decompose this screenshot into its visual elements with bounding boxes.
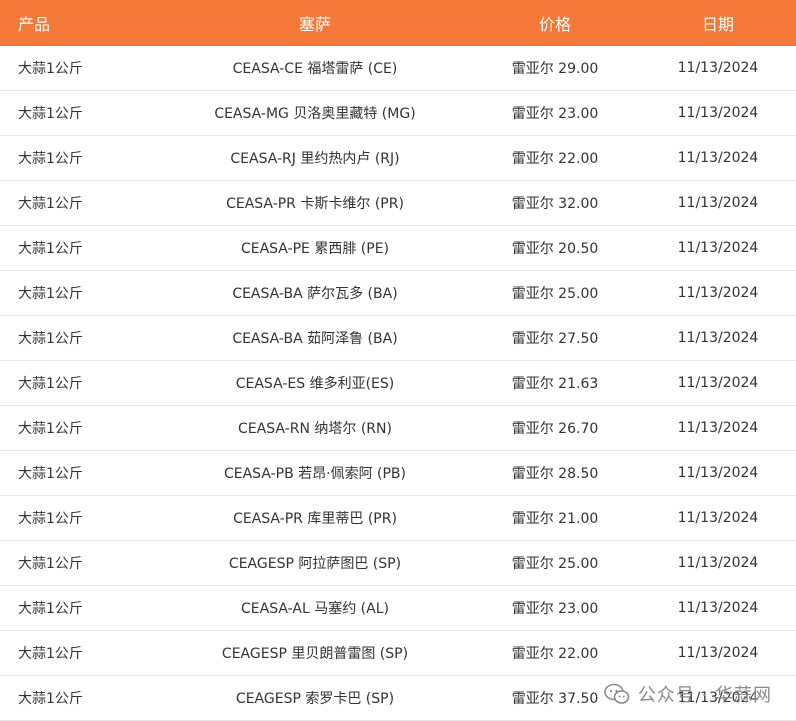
column-header-market: 塞萨 [160, 0, 470, 46]
product-cell: 大蒜1公斤 [0, 270, 160, 316]
price-cell: 雷亚尔 32.00 [470, 180, 640, 226]
price-cell: 雷亚尔 22.00 [470, 630, 640, 676]
market-cell: CEASA-AL 马塞约 (AL) [160, 585, 470, 631]
market-cell: CEAGESP 里贝朗普雷图 (SP) [160, 630, 470, 676]
price-table: 产品 塞萨 价格 日期 大蒜1公斤 CEASA-CE 福塔雷萨 (CE) 雷亚尔 2… [0, 0, 796, 721]
price-cell: 雷亚尔 21.00 [470, 495, 640, 541]
table-row: 大蒜1公斤 CEASA-MG 贝洛奥里藏特 (MG) 雷亚尔 23.00 11/13/… [0, 90, 796, 136]
column-header-date: 日期 [640, 0, 796, 46]
table-row: 大蒜1公斤 CEASA-CE 福塔雷萨 (CE) 雷亚尔 29.00 11/13/20… [0, 46, 796, 91]
price-cell: 雷亚尔 25.00 [470, 540, 640, 586]
price-cell: 雷亚尔 23.00 [470, 90, 640, 136]
table-row: 大蒜1公斤 CEAGESP 阿拉萨图巴 (SP) 雷亚尔 25.00 11/13/20… [0, 540, 796, 586]
price-cell: 雷亚尔 27.50 [470, 315, 640, 361]
product-cell: 大蒜1公斤 [0, 675, 160, 721]
market-cell: CEAGESP 阿拉萨图巴 (SP) [160, 540, 470, 586]
market-cell: CEASA-RN 纳塔尔 (RN) [160, 405, 470, 451]
date-cell: 11/13/2024 [640, 585, 796, 631]
market-cell: CEASA-RJ 里约热内卢 (RJ) [160, 135, 470, 181]
table-row: 大蒜1公斤 CEAGESP 里贝朗普雷图 (SP) 雷亚尔 22.00 11/13/2… [0, 630, 796, 676]
table-row: 大蒜1公斤 CEASA-BA 萨尔瓦多 (BA) 雷亚尔 25.00 11/13/20… [0, 270, 796, 316]
date-cell: 11/13/2024 [640, 495, 796, 541]
column-header-product: 产品 [0, 0, 160, 46]
table-row: 大蒜1公斤 CEASA-PR 卡斯卡维尔 (PR) 雷亚尔 32.00 11/13/2… [0, 180, 796, 226]
price-cell: 雷亚尔 23.00 [470, 585, 640, 631]
product-cell: 大蒜1公斤 [0, 315, 160, 361]
market-cell: CEASA-PR 卡斯卡维尔 (PR) [160, 180, 470, 226]
price-cell: 雷亚尔 22.00 [470, 135, 640, 181]
product-cell: 大蒜1公斤 [0, 540, 160, 586]
product-cell: 大蒜1公斤 [0, 46, 160, 91]
table-row: 大蒜1公斤 CEASA-PB 若昂·佩索阿 (PB) 雷亚尔 28.50 11/13/… [0, 450, 796, 496]
wechat-icon [604, 683, 630, 705]
table-body: 大蒜1公斤 CEASA-CE 福塔雷萨 (CE) 雷亚尔 29.00 11/13/20… [0, 46, 796, 721]
table-row: 大蒜1公斤 CEASA-BA 茹阿泽鲁 (BA) 雷亚尔 27.50 11/13/20… [0, 315, 796, 361]
date-cell: 11/13/2024 [640, 225, 796, 271]
market-cell: CEASA-BA 茹阿泽鲁 (BA) [160, 315, 470, 361]
price-cell: 雷亚尔 25.00 [470, 270, 640, 316]
price-cell: 雷亚尔 20.50 [470, 225, 640, 271]
market-cell: CEASA-PB 若昂·佩索阿 (PB) [160, 450, 470, 496]
market-cell: CEASA-PE 累西腓 (PE) [160, 225, 470, 271]
market-cell: CEASA-ES 维多利亚(ES) [160, 360, 470, 406]
market-cell: CEASA-PR 库里蒂巴 (PR) [160, 495, 470, 541]
market-cell: CEASA-CE 福塔雷萨 (CE) [160, 46, 470, 91]
product-cell: 大蒜1公斤 [0, 360, 160, 406]
price-cell: 雷亚尔 28.50 [470, 450, 640, 496]
price-cell: 雷亚尔 26.70 [470, 405, 640, 451]
watermark: 公众号 · 华蒜网 [604, 681, 772, 707]
date-cell: 11/13/2024 [640, 135, 796, 181]
table-row: 大蒜1公斤 CEASA-AL 马塞约 (AL) 雷亚尔 23.00 11/13/202… [0, 585, 796, 631]
product-cell: 大蒜1公斤 [0, 180, 160, 226]
date-cell: 11/13/2024 [640, 90, 796, 136]
price-cell: 雷亚尔 21.63 [470, 360, 640, 406]
table-row: 大蒜1公斤 CEASA-RN 纳塔尔 (RN) 雷亚尔 26.70 11/13/202… [0, 405, 796, 451]
header-row: 产品 塞萨 价格 日期 [0, 0, 796, 46]
product-cell: 大蒜1公斤 [0, 630, 160, 676]
date-cell: 11/13/2024 [640, 450, 796, 496]
date-cell: 11/13/2024 [640, 315, 796, 361]
table-row: 大蒜1公斤 CEASA-PE 累西腓 (PE) 雷亚尔 20.50 11/13/202… [0, 225, 796, 271]
price-cell: 雷亚尔 29.00 [470, 46, 640, 91]
table-row: 大蒜1公斤 CEASA-RJ 里约热内卢 (RJ) 雷亚尔 22.00 11/13/2… [0, 135, 796, 181]
product-cell: 大蒜1公斤 [0, 585, 160, 631]
date-cell: 11/13/2024 [640, 46, 796, 91]
product-cell: 大蒜1公斤 [0, 450, 160, 496]
date-cell: 11/13/2024 [640, 405, 796, 451]
product-cell: 大蒜1公斤 [0, 405, 160, 451]
product-cell: 大蒜1公斤 [0, 90, 160, 136]
date-cell: 11/13/2024 [640, 360, 796, 406]
product-cell: 大蒜1公斤 [0, 225, 160, 271]
date-cell: 11/13/2024 [640, 540, 796, 586]
watermark-text: 公众号 · 华蒜网 [637, 685, 772, 706]
column-header-price: 价格 [470, 0, 640, 46]
market-cell: CEASA-MG 贝洛奥里藏特 (MG) [160, 90, 470, 136]
date-cell: 11/13/2024 [640, 270, 796, 316]
table-row: 大蒜1公斤 CEASA-ES 维多利亚(ES) 雷亚尔 21.63 11/13/202… [0, 360, 796, 406]
product-cell: 大蒜1公斤 [0, 135, 160, 181]
table-header: 产品 塞萨 价格 日期 [0, 0, 796, 46]
market-cell: CEASA-BA 萨尔瓦多 (BA) [160, 270, 470, 316]
date-cell: 11/13/2024 [640, 180, 796, 226]
market-cell: CEAGESP 索罗卡巴 (SP) [160, 675, 470, 721]
date-cell: 11/13/2024 [640, 630, 796, 676]
table-row: 大蒜1公斤 CEASA-PR 库里蒂巴 (PR) 雷亚尔 21.00 11/13/20… [0, 495, 796, 541]
product-cell: 大蒜1公斤 [0, 495, 160, 541]
